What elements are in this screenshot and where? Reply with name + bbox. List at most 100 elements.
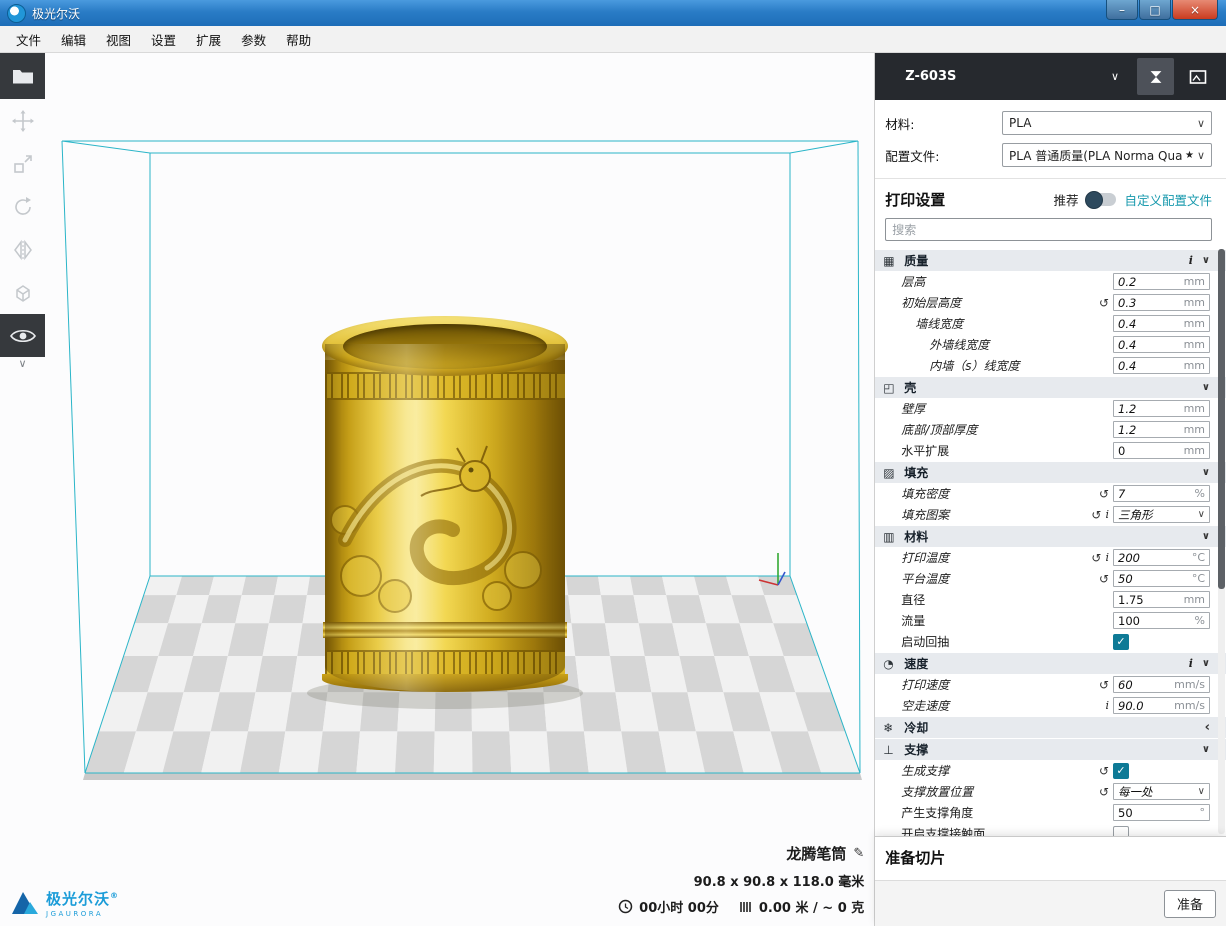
chevron-down-icon: ∨	[1197, 149, 1205, 162]
settings-category-header[interactable]: ▦质量i∨	[875, 250, 1226, 271]
setting-input[interactable]: 50°C	[1113, 570, 1210, 587]
printer-selector[interactable]: Z-603S ∨	[875, 53, 1137, 100]
chevron-down-icon[interactable]: ∨	[1202, 658, 1210, 669]
chevron-down-icon[interactable]: ∨	[1202, 382, 1210, 393]
setting-input[interactable]: 7%	[1113, 485, 1210, 502]
setting-input[interactable]: 0.4mm	[1113, 315, 1210, 332]
rename-model-icon[interactable]: ✎	[853, 846, 864, 861]
reset-icon[interactable]: ↺	[1091, 551, 1101, 565]
setting-row: 水平扩展0mm	[875, 440, 1226, 461]
setting-select[interactable]: 每一处∨	[1113, 783, 1210, 800]
reset-icon[interactable]: ↺	[1099, 572, 1109, 586]
setting-checkbox[interactable]: ✓	[1113, 763, 1129, 779]
setting-input[interactable]: 1.75mm	[1113, 591, 1210, 608]
settings-category-header[interactable]: ▨填充∨	[875, 462, 1226, 483]
reset-icon[interactable]: ↺	[1099, 785, 1109, 799]
reset-icon[interactable]: ↺	[1099, 487, 1109, 501]
settings-category-header[interactable]: ❄冷却‹	[875, 717, 1226, 738]
setting-value: 90.0	[1118, 699, 1144, 713]
settings-category-label: 冷却	[904, 719, 928, 736]
setting-control: 0mm	[1113, 442, 1210, 459]
menu-item[interactable]: 参数	[231, 26, 276, 53]
prepare-button[interactable]: 准备	[1164, 890, 1216, 918]
speed-icon: ◔	[883, 657, 898, 671]
menu-item[interactable]: 设置	[141, 26, 186, 53]
setting-input[interactable]: 0.4mm	[1113, 357, 1210, 374]
settings-category-header[interactable]: ◰壳∨	[875, 377, 1226, 398]
setting-input[interactable]: 1.2mm	[1113, 400, 1210, 417]
reset-icon[interactable]: ↺	[1099, 296, 1109, 310]
settings-category-header[interactable]: ◔速度i∨	[875, 653, 1226, 674]
custom-profile-link[interactable]: 自定义配置文件	[1124, 190, 1212, 209]
setting-value: 0.2	[1118, 275, 1136, 289]
view-mode-button[interactable]	[0, 314, 45, 357]
setting-checkbox[interactable]: ✓	[1113, 634, 1129, 650]
chevron-down-icon[interactable]: ∨	[1202, 744, 1210, 755]
view-mode-chevron-down-icon[interactable]: ∨	[0, 357, 45, 371]
reset-icon[interactable]: ↺	[1091, 508, 1101, 522]
setting-input[interactable]: 50°	[1113, 804, 1210, 821]
rotate-tool-button[interactable]	[0, 185, 45, 228]
settings-panel: Z-603S ∨ 材料: PLA ∨ 配置文件:	[874, 53, 1226, 926]
close-button[interactable]: ×	[1172, 0, 1218, 20]
setting-input[interactable]: 60mm/s	[1113, 676, 1210, 693]
setting-input[interactable]: 0.4mm	[1113, 336, 1210, 353]
menu-item[interactable]: 编辑	[51, 26, 96, 53]
minimize-button[interactable]: –	[1106, 0, 1138, 20]
setting-checkbox[interactable]	[1113, 826, 1129, 837]
mirror-tool-button[interactable]	[0, 228, 45, 271]
setting-row: 初始层高度↺0.3mm	[875, 292, 1226, 313]
setting-input[interactable]: 0mm	[1113, 442, 1210, 459]
setting-label: 平台温度	[901, 570, 949, 587]
setting-input[interactable]: 0.3mm	[1113, 294, 1210, 311]
setting-control: i90.0mm/s	[1105, 697, 1210, 714]
model-info: 龙腾笔筒 ✎ 90.8 x 90.8 x 118.0 毫米 00小时 00分 0…	[618, 843, 864, 916]
settings-category-header[interactable]: ⊥支撑∨	[875, 739, 1226, 760]
viewport-3d[interactable]: ∨	[0, 53, 874, 926]
open-file-icon	[12, 67, 34, 85]
setting-label: 层高	[901, 273, 925, 290]
setting-control: ↺ i 三角形∨	[1091, 506, 1210, 523]
setting-input[interactable]: 200°C	[1113, 549, 1210, 566]
settings-category-header[interactable]: ▥材料∨	[875, 526, 1226, 547]
setting-control: 0.4mm	[1113, 336, 1210, 353]
scale-tool-button[interactable]	[0, 142, 45, 185]
setting-label: 壁厚	[901, 400, 925, 417]
chevron-down-icon[interactable]: ∨	[1202, 467, 1210, 478]
info-icon: i	[1105, 508, 1109, 521]
settings-search-input[interactable]	[885, 218, 1212, 241]
reset-icon[interactable]: ↺	[1099, 678, 1109, 692]
model-dragon-pen-holder[interactable]	[322, 316, 568, 692]
open-file-button[interactable]	[0, 53, 45, 99]
per-model-settings-button[interactable]	[0, 271, 45, 314]
setting-value: 0.3	[1118, 296, 1136, 310]
setting-input[interactable]: 1.2mm	[1113, 421, 1210, 438]
settings-category-label: 质量	[904, 252, 928, 269]
setting-row: 直径1.75mm	[875, 589, 1226, 610]
preview-stage-button[interactable]	[1179, 58, 1216, 95]
setting-select[interactable]: 三角形∨	[1113, 506, 1210, 523]
move-tool-icon	[11, 109, 35, 133]
chevron-down-icon[interactable]: ∨	[1202, 255, 1210, 266]
scrollbar-thumb[interactable]	[1218, 249, 1225, 589]
prepare-stage-button[interactable]	[1137, 58, 1174, 95]
recommended-custom-toggle[interactable]	[1086, 193, 1116, 206]
move-tool-button[interactable]	[0, 99, 45, 142]
setting-input[interactable]: 0.2mm	[1113, 273, 1210, 290]
setting-value: 0	[1118, 444, 1125, 458]
menu-item[interactable]: 扩展	[186, 26, 231, 53]
material-select[interactable]: PLA ∨	[1002, 111, 1212, 135]
reset-icon[interactable]: ↺	[1099, 764, 1109, 778]
maximize-button[interactable]: □	[1139, 0, 1171, 20]
settings-category-icons: ∨	[1202, 467, 1210, 478]
menu-item[interactable]: 文件	[6, 26, 51, 53]
profile-select[interactable]: PLA 普通质量(PLA Norma Qua ★ ∨	[1002, 143, 1212, 167]
setting-unit: %	[1195, 487, 1205, 500]
chevron-down-icon[interactable]: ∨	[1202, 531, 1210, 542]
chevron-left-icon[interactable]: ‹	[1205, 723, 1210, 733]
menu-item[interactable]: 帮助	[276, 26, 321, 53]
setting-input[interactable]: 90.0mm/s	[1113, 697, 1210, 714]
menu-item[interactable]: 视图	[96, 26, 141, 53]
material-label: 材料:	[885, 114, 914, 133]
setting-input[interactable]: 100%	[1113, 612, 1210, 629]
